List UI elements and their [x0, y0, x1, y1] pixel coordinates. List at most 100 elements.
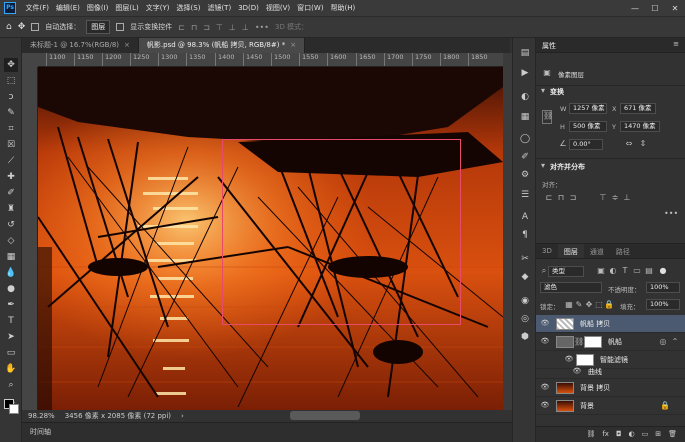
brush-tool-icon[interactable]: ✐ [4, 186, 18, 200]
hand-tool-icon[interactable]: ✋ [4, 362, 18, 376]
rectangle-tool-icon[interactable]: ▭ [4, 346, 18, 360]
document-canvas[interactable] [38, 67, 503, 410]
swatches-icon[interactable]: ▦ [518, 110, 532, 124]
maximize-button[interactable]: ☐ [645, 4, 665, 13]
menu-layer[interactable]: 图层(L) [112, 3, 142, 13]
align-top-edges-icon[interactable]: ⊤ [598, 193, 608, 203]
status-arrow-icon[interactable]: › [181, 412, 184, 420]
menu-type[interactable]: 文字(Y) [142, 3, 173, 13]
align-horizontal-centers-icon[interactable]: ⊓ [556, 193, 566, 203]
paths-icon[interactable]: ⬢ [518, 330, 532, 344]
flip-horizontal-icon[interactable]: ⇔ [624, 139, 634, 149]
filter-toggle-icon[interactable]: ● [658, 266, 668, 276]
filter-adjustment-icon[interactable]: ◐ [608, 266, 618, 276]
align-center-icon[interactable]: ⊓ [191, 23, 197, 32]
align-left-edges-icon[interactable]: ⊏ [544, 193, 554, 203]
layer-name[interactable]: 背景 拷贝 [580, 383, 610, 393]
menu-view[interactable]: 视图(V) [262, 3, 293, 13]
layer-row-sail-copy[interactable]: 👁 帆船 拷贝 [536, 315, 685, 333]
channels-icon[interactable]: ◎ [518, 312, 532, 326]
clone-source-icon[interactable]: ⚙ [518, 168, 532, 182]
lock-artboard-icon[interactable]: ⬚ [594, 300, 604, 310]
crop-tool-icon[interactable]: ⌗ [4, 122, 18, 136]
lock-image-icon[interactable]: ✎ [574, 300, 584, 310]
layer-name[interactable]: 帆船 [608, 337, 622, 347]
filter-shape-icon[interactable]: ▭ [632, 266, 642, 276]
minimize-button[interactable]: — [625, 4, 645, 13]
character-icon[interactable]: A [518, 210, 532, 224]
delete-layer-icon[interactable]: 🗑 [668, 430, 677, 439]
color-icon[interactable]: ◐ [518, 90, 532, 104]
vertical-scrollbar[interactable] [503, 53, 512, 410]
glyphs-icon[interactable]: ◆ [518, 270, 532, 284]
paragraph-icon[interactable]: ¶ [518, 228, 532, 242]
layer-row-sail[interactable]: 👁 ⛓ 帆船 ◎ ⌃ [536, 333, 685, 351]
align-top-icon[interactable]: ⊤ [216, 23, 223, 32]
filter-type-icon[interactable]: T [620, 266, 630, 276]
layer-row-curves[interactable]: 👁 曲线 [536, 365, 685, 379]
brush-settings-icon[interactable]: ✐ [518, 150, 532, 164]
properties-title[interactable]: 属性 [542, 42, 556, 50]
auto-select-checkbox[interactable] [31, 23, 40, 31]
opacity-field[interactable]: 100% [646, 282, 680, 293]
tab-sail-shadow[interactable]: 帆影.psd @ 98.3% (帆船 拷贝, RGB/8#) * × [138, 38, 306, 53]
timeline-label[interactable]: 时间轴 [30, 428, 51, 436]
close-tab-icon[interactable]: × [290, 41, 296, 49]
3d-icon[interactable]: ◉ [518, 294, 532, 308]
menu-3d[interactable]: 3D(D) [235, 4, 263, 12]
actions-icon[interactable]: ▶ [518, 66, 532, 80]
layer-name[interactable]: 背景 [580, 401, 594, 411]
add-mask-icon[interactable]: ◘ [616, 430, 622, 439]
height-field[interactable]: 500 像素 [569, 121, 607, 132]
visibility-eye-icon[interactable]: 👁 [540, 383, 550, 391]
visibility-eye-icon[interactable]: 👁 [572, 367, 582, 375]
layer-name[interactable]: 曲线 [588, 367, 602, 377]
close-tab-icon[interactable]: × [124, 41, 130, 49]
clone-stamp-icon[interactable]: ♜ [4, 202, 18, 216]
menu-image[interactable]: 图像(I) [83, 3, 112, 13]
lock-transparent-icon[interactable]: ▦ [564, 300, 574, 310]
properties-icon[interactable]: ☰ [518, 188, 532, 202]
move-tool-icon[interactable]: ✥ [4, 58, 18, 72]
gradient-tool-icon[interactable]: ▦ [4, 250, 18, 264]
menu-window[interactable]: 窗口(W) [294, 3, 327, 13]
layer-row-background[interactable]: 👁 背景 🔒 [536, 397, 685, 415]
link-icon[interactable]: ⛓ [542, 110, 553, 124]
tab-layers[interactable]: 图层 [557, 244, 584, 258]
tab-paths[interactable]: 路径 [610, 244, 636, 258]
path-select-tool-icon[interactable]: ➤ [4, 330, 18, 344]
expand-arrow-icon[interactable]: ⌃ [670, 337, 680, 347]
quick-select-tool-icon[interactable]: ✎ [4, 106, 18, 120]
visibility-eye-icon[interactable]: 👁 [564, 355, 574, 363]
more-align-icon[interactable]: ••• [664, 209, 678, 219]
layer-filter-select[interactable]: 类型 [548, 266, 584, 277]
more-options-icon[interactable]: ••• [255, 23, 269, 32]
show-transform-checkbox[interactable] [116, 23, 125, 31]
new-layer-icon[interactable]: ⊞ [655, 430, 661, 439]
align-left-icon[interactable]: ⊏ [178, 23, 185, 32]
tools-preset-icon[interactable]: ✂ [518, 252, 532, 266]
visibility-eye-icon[interactable]: 👁 [540, 401, 550, 409]
lock-all-icon[interactable]: 🔒 [604, 300, 614, 310]
eraser-tool-icon[interactable]: ◇ [4, 234, 18, 248]
visibility-eye-icon[interactable]: 👁 [540, 337, 550, 345]
tab-3d[interactable]: 3D [536, 244, 558, 258]
horizontal-scrollbar[interactable] [290, 411, 360, 420]
align-right-edges-icon[interactable]: ⊐ [568, 193, 578, 203]
angle-field[interactable]: 0.00° [569, 139, 603, 150]
tab-untitled[interactable]: 未标题-1 @ 16.7%(RGB/8) × [22, 38, 139, 53]
fill-field[interactable]: 100% [646, 299, 680, 310]
x-field[interactable]: 671 像素 [620, 103, 656, 114]
align-right-icon[interactable]: ⊐ [203, 23, 210, 32]
history-icon[interactable]: ▤ [518, 46, 532, 60]
align-bottom-icon[interactable]: ⊥ [242, 23, 249, 32]
auto-select-dropdown[interactable]: 图层 [86, 20, 111, 34]
align-bottom-edges-icon[interactable]: ⊥ [622, 193, 632, 203]
link-icon[interactable]: ⛓ [574, 337, 584, 347]
type-tool-icon[interactable]: T [4, 314, 18, 328]
close-window-button[interactable]: ✕ [665, 4, 685, 13]
tab-channels[interactable]: 通道 [584, 244, 610, 258]
adjustment-layer-icon[interactable]: ◐ [629, 430, 635, 439]
healing-brush-icon[interactable]: ✚ [4, 170, 18, 184]
selection-rectangle[interactable] [222, 139, 461, 325]
